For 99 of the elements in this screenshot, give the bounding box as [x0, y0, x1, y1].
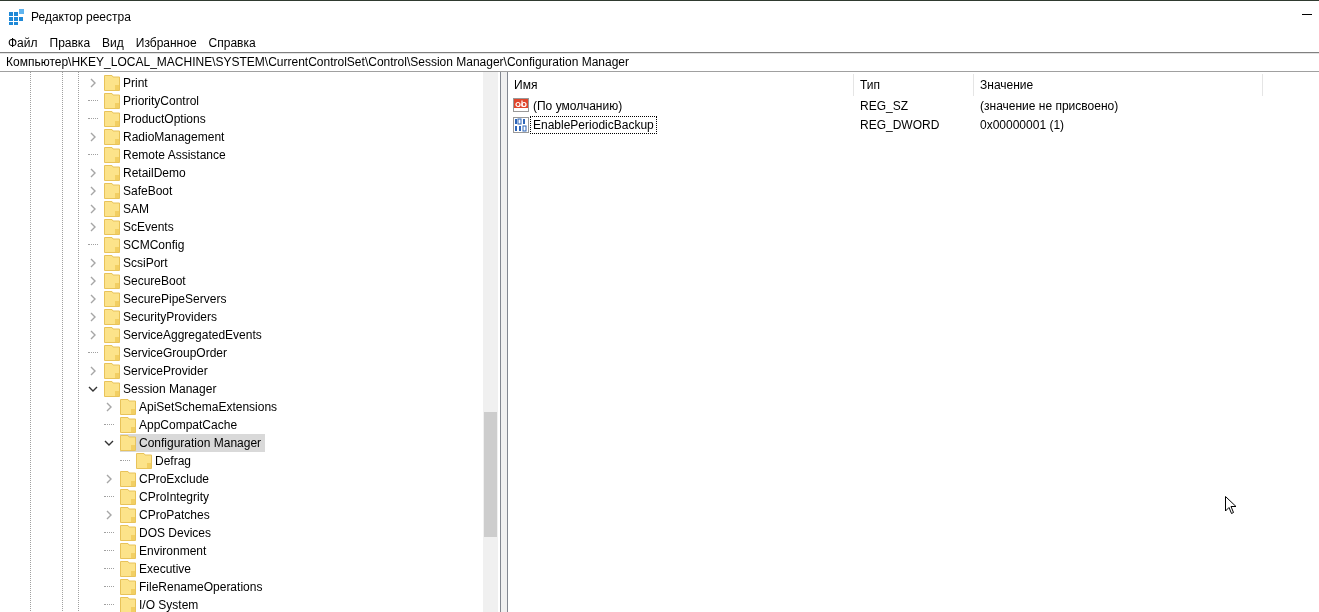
- collapse-chevron-icon[interactable]: [88, 384, 98, 394]
- expand-chevron-icon[interactable]: [88, 186, 98, 196]
- folder-icon: [120, 561, 136, 577]
- tree-item[interactable]: ServiceAggregatedEvents: [104, 326, 266, 344]
- table-cell-text: REG_SZ: [859, 98, 909, 113]
- tree-item[interactable]: CProExclude: [120, 470, 214, 488]
- tree-item[interactable]: Remote Assistance: [104, 146, 230, 164]
- expand-chevron-icon[interactable]: [104, 474, 114, 484]
- menu-item[interactable]: Правка: [43, 35, 97, 50]
- folder-icon: [120, 597, 136, 612]
- expand-chevron-icon[interactable]: [88, 204, 98, 214]
- menu-item[interactable]: Файл: [2, 35, 44, 50]
- expand-chevron-icon[interactable]: [88, 276, 98, 286]
- folder-icon: [120, 489, 136, 505]
- tree-item[interactable]: SecurityProviders: [104, 308, 222, 326]
- window-title: Редактор реестра: [31, 10, 131, 24]
- expand-chevron-icon[interactable]: [88, 312, 98, 322]
- folder-icon: [120, 579, 136, 595]
- tree-item[interactable]: ServiceProvider: [104, 362, 212, 380]
- folder-icon: [104, 363, 120, 379]
- tree-item[interactable]: ServiceGroupOrder: [104, 344, 232, 362]
- scroll-bar[interactable]: [483, 72, 498, 612]
- folder-icon: [120, 471, 136, 487]
- tree-item[interactable]: ScsiPort: [104, 254, 172, 272]
- tree-item[interactable]: Defrag: [136, 452, 196, 470]
- folder-icon: [104, 381, 120, 397]
- tree-item[interactable]: RetailDemo: [104, 164, 190, 182]
- folder-icon: [104, 345, 120, 361]
- table-cell-text: REG_DWORD: [859, 117, 941, 132]
- value-name[interactable]: (По умолчанию): [530, 96, 626, 115]
- column-header[interactable]: Значение: [974, 74, 1263, 96]
- tree-item[interactable]: ApiSetSchemaExtensions: [120, 398, 282, 416]
- collapse-chevron-icon[interactable]: [104, 438, 114, 448]
- app-icon: [9, 9, 25, 25]
- folder-icon: [104, 147, 120, 163]
- tree-item[interactable]: ProductOptions: [104, 110, 210, 128]
- menu-item[interactable]: Справка: [202, 35, 262, 50]
- tree-item[interactable]: CProIntegrity: [120, 488, 214, 506]
- menu-item[interactable]: Избранное: [129, 35, 203, 50]
- folder-icon: [120, 525, 136, 541]
- expand-chevron-icon[interactable]: [88, 78, 98, 88]
- folder-icon: [104, 111, 120, 127]
- folder-icon: [104, 129, 120, 145]
- folder-icon: [104, 255, 120, 271]
- expand-chevron-icon[interactable]: [88, 222, 98, 232]
- column-header[interactable]: Имя: [508, 74, 854, 96]
- folder-icon: [104, 273, 120, 289]
- folder-icon: [104, 165, 120, 181]
- scroll-thumb[interactable]: [484, 412, 497, 537]
- folder-icon: [104, 93, 120, 109]
- folder-icon: [104, 219, 120, 235]
- table-cell-text: (значение не присвоено): [979, 98, 1119, 113]
- tree-item[interactable]: FileRenameOperations: [120, 578, 267, 596]
- tree-item[interactable]: SecureBoot: [104, 272, 190, 290]
- tree-item[interactable]: ScEvents: [104, 218, 178, 236]
- pane-splitter[interactable]: [501, 72, 508, 612]
- tree-item[interactable]: SCMConfig: [104, 236, 189, 254]
- folder-icon: [120, 435, 136, 451]
- tree-item[interactable]: RadioManagement: [104, 128, 229, 146]
- tree-item[interactable]: I/O System: [120, 596, 203, 612]
- value-name[interactable]: EnablePeriodicBackup: [530, 115, 657, 134]
- folder-icon: [120, 399, 136, 415]
- folder-icon: [120, 417, 136, 433]
- folder-icon: [120, 507, 136, 523]
- menu-item[interactable]: Вид: [96, 35, 130, 50]
- folder-icon: [104, 309, 120, 325]
- expand-chevron-icon[interactable]: [88, 132, 98, 142]
- tree-item[interactable]: Session Manager: [104, 380, 221, 398]
- expand-chevron-icon[interactable]: [104, 402, 114, 412]
- column-header[interactable]: Тип: [854, 74, 974, 96]
- folder-icon: [136, 453, 152, 469]
- expand-chevron-icon[interactable]: [88, 330, 98, 340]
- minimize-icon[interactable]: [1302, 14, 1312, 16]
- folder-icon: [104, 75, 120, 91]
- tree-item[interactable]: SAM: [104, 200, 153, 218]
- tree-item[interactable]: PriorityControl: [104, 92, 204, 110]
- mouse-pointer-icon: [1225, 496, 1237, 515]
- tree-item[interactable]: SafeBoot: [104, 182, 177, 200]
- folder-icon: [120, 543, 136, 559]
- folder-icon: [104, 183, 120, 199]
- tree-item[interactable]: Configuration Manager: [120, 434, 266, 452]
- expand-chevron-icon[interactable]: [88, 294, 98, 304]
- expand-chevron-icon[interactable]: [88, 258, 98, 268]
- tree-item[interactable]: AppCompatCache: [120, 416, 242, 434]
- folder-icon: [104, 237, 120, 253]
- tree-item[interactable]: Executive: [120, 560, 196, 578]
- folder-icon: [104, 291, 120, 307]
- address-bar[interactable]: Компьютер\HKEY_LOCAL_MACHINE\SYSTEM\CurrentControlSet\Control\Session Manager\Configuration Manager: [0, 52, 1319, 72]
- expand-chevron-icon[interactable]: [104, 510, 114, 520]
- tree-item[interactable]: CProPatches: [120, 506, 214, 524]
- tree-item[interactable]: SecurePipeServers: [104, 290, 231, 308]
- folder-icon: [104, 327, 120, 343]
- tree-item[interactable]: Print: [104, 74, 152, 92]
- tree-item[interactable]: DOS Devices: [120, 524, 216, 542]
- folder-icon: [104, 201, 120, 217]
- table-cell-text: 0x00000001 (1): [979, 117, 1065, 132]
- expand-chevron-icon[interactable]: [88, 168, 98, 178]
- expand-chevron-icon[interactable]: [88, 366, 98, 376]
- tree-item[interactable]: Environment: [120, 542, 211, 560]
